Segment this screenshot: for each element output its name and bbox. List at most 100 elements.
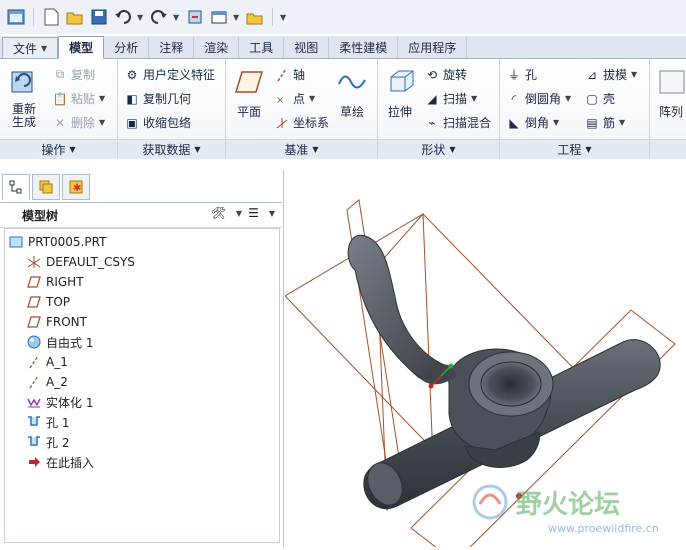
group-label-text: 操作	[41, 143, 66, 157]
tree-item-right[interactable]: RIGHT	[0, 272, 282, 292]
datum-point-icon: ×	[274, 91, 290, 107]
tree-item-label: 在此插入	[46, 455, 95, 470]
freestyle-icon	[26, 334, 42, 350]
group-label-datum[interactable]: 基准 ▼	[226, 139, 377, 159]
insert-here-icon	[26, 454, 42, 470]
csys-label: 坐标系	[293, 116, 330, 130]
tree-item-top[interactable]: TOP	[0, 292, 282, 312]
redo-dropdown-icon[interactable]: ▼	[173, 13, 181, 22]
open-icon[interactable]	[65, 7, 85, 27]
chevron-down-icon: ▼	[565, 94, 572, 103]
tab-flexible-modeling[interactable]: 柔性建模	[329, 37, 399, 58]
group-label-operations[interactable]: 操作 ▼	[0, 139, 117, 159]
revolve-label: 旋转	[443, 68, 468, 82]
save-icon[interactable]	[89, 7, 109, 27]
shell-label: 壳	[603, 92, 616, 106]
copy-geometry-label: 复制几何	[143, 92, 192, 106]
user-defined-feature-button[interactable]: ⚙ 用户定义特征	[124, 66, 215, 83]
chevron-down-icon: ▼	[631, 70, 638, 79]
tab-view[interactable]: 视图	[284, 37, 330, 58]
tab-file[interactable]: 文件 ▼	[2, 37, 59, 58]
hole-button[interactable]: ⏚ 孔	[506, 66, 537, 83]
tab-render[interactable]: 渲染	[194, 37, 240, 58]
sketch-label: 草绘	[339, 105, 364, 119]
settings-tools-icon[interactable]: 🛠	[211, 206, 226, 220]
group-label-engineering[interactable]: 工程 ▼	[500, 139, 649, 159]
sketch-button[interactable]: 草绘	[334, 65, 370, 120]
udf-icon: ⚙	[126, 67, 138, 82]
tree-item-axis-a1[interactable]: A_1	[0, 352, 282, 372]
windows-dropdown-icon[interactable]: ▼	[233, 13, 241, 22]
chamfer-button[interactable]: ◣ 倒角 ▼	[506, 114, 559, 131]
shrinkwrap-button[interactable]: ▣ 收缩包络	[124, 114, 191, 131]
toolbar-separator	[272, 8, 273, 26]
sweep-button[interactable]: ◢ 扫描 ▼	[424, 90, 477, 107]
chevron-down-icon: ▼	[309, 94, 316, 103]
tree-item-insert-here[interactable]: 在此插入	[0, 452, 282, 472]
tree-item-solidify[interactable]: 实体化 1	[0, 392, 282, 412]
customize-icon[interactable]: ▼	[280, 13, 288, 22]
tree-item-part[interactable]: PRT0005.PRT	[0, 232, 282, 252]
regenerate-icon[interactable]	[185, 7, 205, 27]
swept-blend-button[interactable]: ⌁ 扫描混合	[424, 114, 491, 131]
undo-icon[interactable]	[113, 7, 133, 27]
shell-button[interactable]: ▢ 壳	[584, 90, 615, 107]
copy-button[interactable]: ⧉ 复制	[52, 66, 95, 83]
sketch-icon	[336, 65, 368, 99]
tab-label: 柔性建模	[339, 41, 388, 55]
csys-icon	[26, 254, 42, 270]
tab-label: 文件	[13, 41, 38, 56]
group-label-get-data[interactable]: 获取数据 ▼	[118, 139, 225, 159]
regenerate-button[interactable]: 重新生成	[4, 65, 44, 129]
tree-item-csys[interactable]: DEFAULT_CSYS	[0, 252, 282, 272]
paste-button[interactable]: 📋 粘贴 ▼	[52, 90, 106, 107]
draft-button[interactable]: ⊿ 拔模 ▼	[584, 66, 637, 83]
toolbar-separator	[33, 8, 34, 26]
round-button[interactable]: ◜ 倒圆角 ▼	[506, 90, 572, 107]
tab-analysis[interactable]: 分析	[104, 37, 150, 58]
tree-item-label: 孔 2	[46, 435, 70, 450]
tree-item-hole-1[interactable]: 孔 1	[0, 412, 282, 432]
extrude-button[interactable]: 拉伸	[382, 65, 418, 120]
close-window-icon[interactable]	[245, 7, 265, 27]
csys-button[interactable]: 坐标系	[274, 114, 329, 131]
windows-icon[interactable]	[209, 7, 229, 27]
tree-item-axis-a2[interactable]: A_2	[0, 372, 282, 392]
extrude-label: 拉伸	[387, 105, 412, 119]
redo-icon[interactable]	[149, 7, 169, 27]
rib-button[interactable]: ▤ 筋 ▼	[584, 114, 625, 131]
tab-annotate[interactable]: 注释	[149, 37, 195, 58]
point-button[interactable]: × 点 ▼	[274, 90, 315, 107]
chevron-down-icon: ▼	[99, 94, 106, 103]
tree-item-freestyle[interactable]: 自由式 1	[0, 332, 282, 352]
pattern-button[interactable]: 阵列	[656, 65, 686, 120]
delete-icon: ✕	[54, 115, 66, 130]
tab-applications[interactable]: 应用程序	[398, 37, 468, 58]
revolve-button[interactable]: ⟲ 旋转	[424, 66, 467, 83]
chevron-down-icon[interactable]: ▼	[269, 209, 275, 218]
copy-geometry-button[interactable]: ◧ 复制几何	[124, 90, 191, 107]
tab-label: 应用程序	[408, 41, 457, 55]
model-tree-tab-icon[interactable]	[2, 174, 30, 200]
plane-button[interactable]: 平面	[232, 65, 266, 120]
tree-item-hole-2[interactable]: 孔 2	[0, 432, 282, 452]
round-label: 倒圆角	[525, 92, 562, 106]
svg-text:×: ×	[276, 95, 284, 106]
show-list-icon[interactable]: ☰	[248, 206, 259, 220]
tree-item-front[interactable]: FRONT	[0, 312, 282, 332]
group-label-shapes[interactable]: 形状 ▼	[378, 139, 499, 159]
shell-icon: ▢	[586, 91, 598, 106]
favorites-tab-icon[interactable]: ✱	[62, 174, 90, 200]
tab-model[interactable]: 模型	[58, 36, 105, 59]
undo-dropdown-icon[interactable]: ▼	[137, 13, 145, 22]
chevron-down-icon[interactable]: ▼	[236, 209, 242, 218]
wing-handle	[347, 234, 448, 380]
axis-label: 轴	[293, 68, 306, 82]
new-icon[interactable]	[41, 7, 61, 27]
layers-tab-icon[interactable]	[32, 174, 60, 200]
axis-button[interactable]: 轴	[274, 66, 305, 83]
delete-button[interactable]: ✕ 删除 ▼	[52, 114, 105, 131]
watermark-logo	[472, 484, 508, 520]
tab-tools[interactable]: 工具	[239, 37, 285, 58]
window-icon[interactable]	[6, 7, 26, 27]
